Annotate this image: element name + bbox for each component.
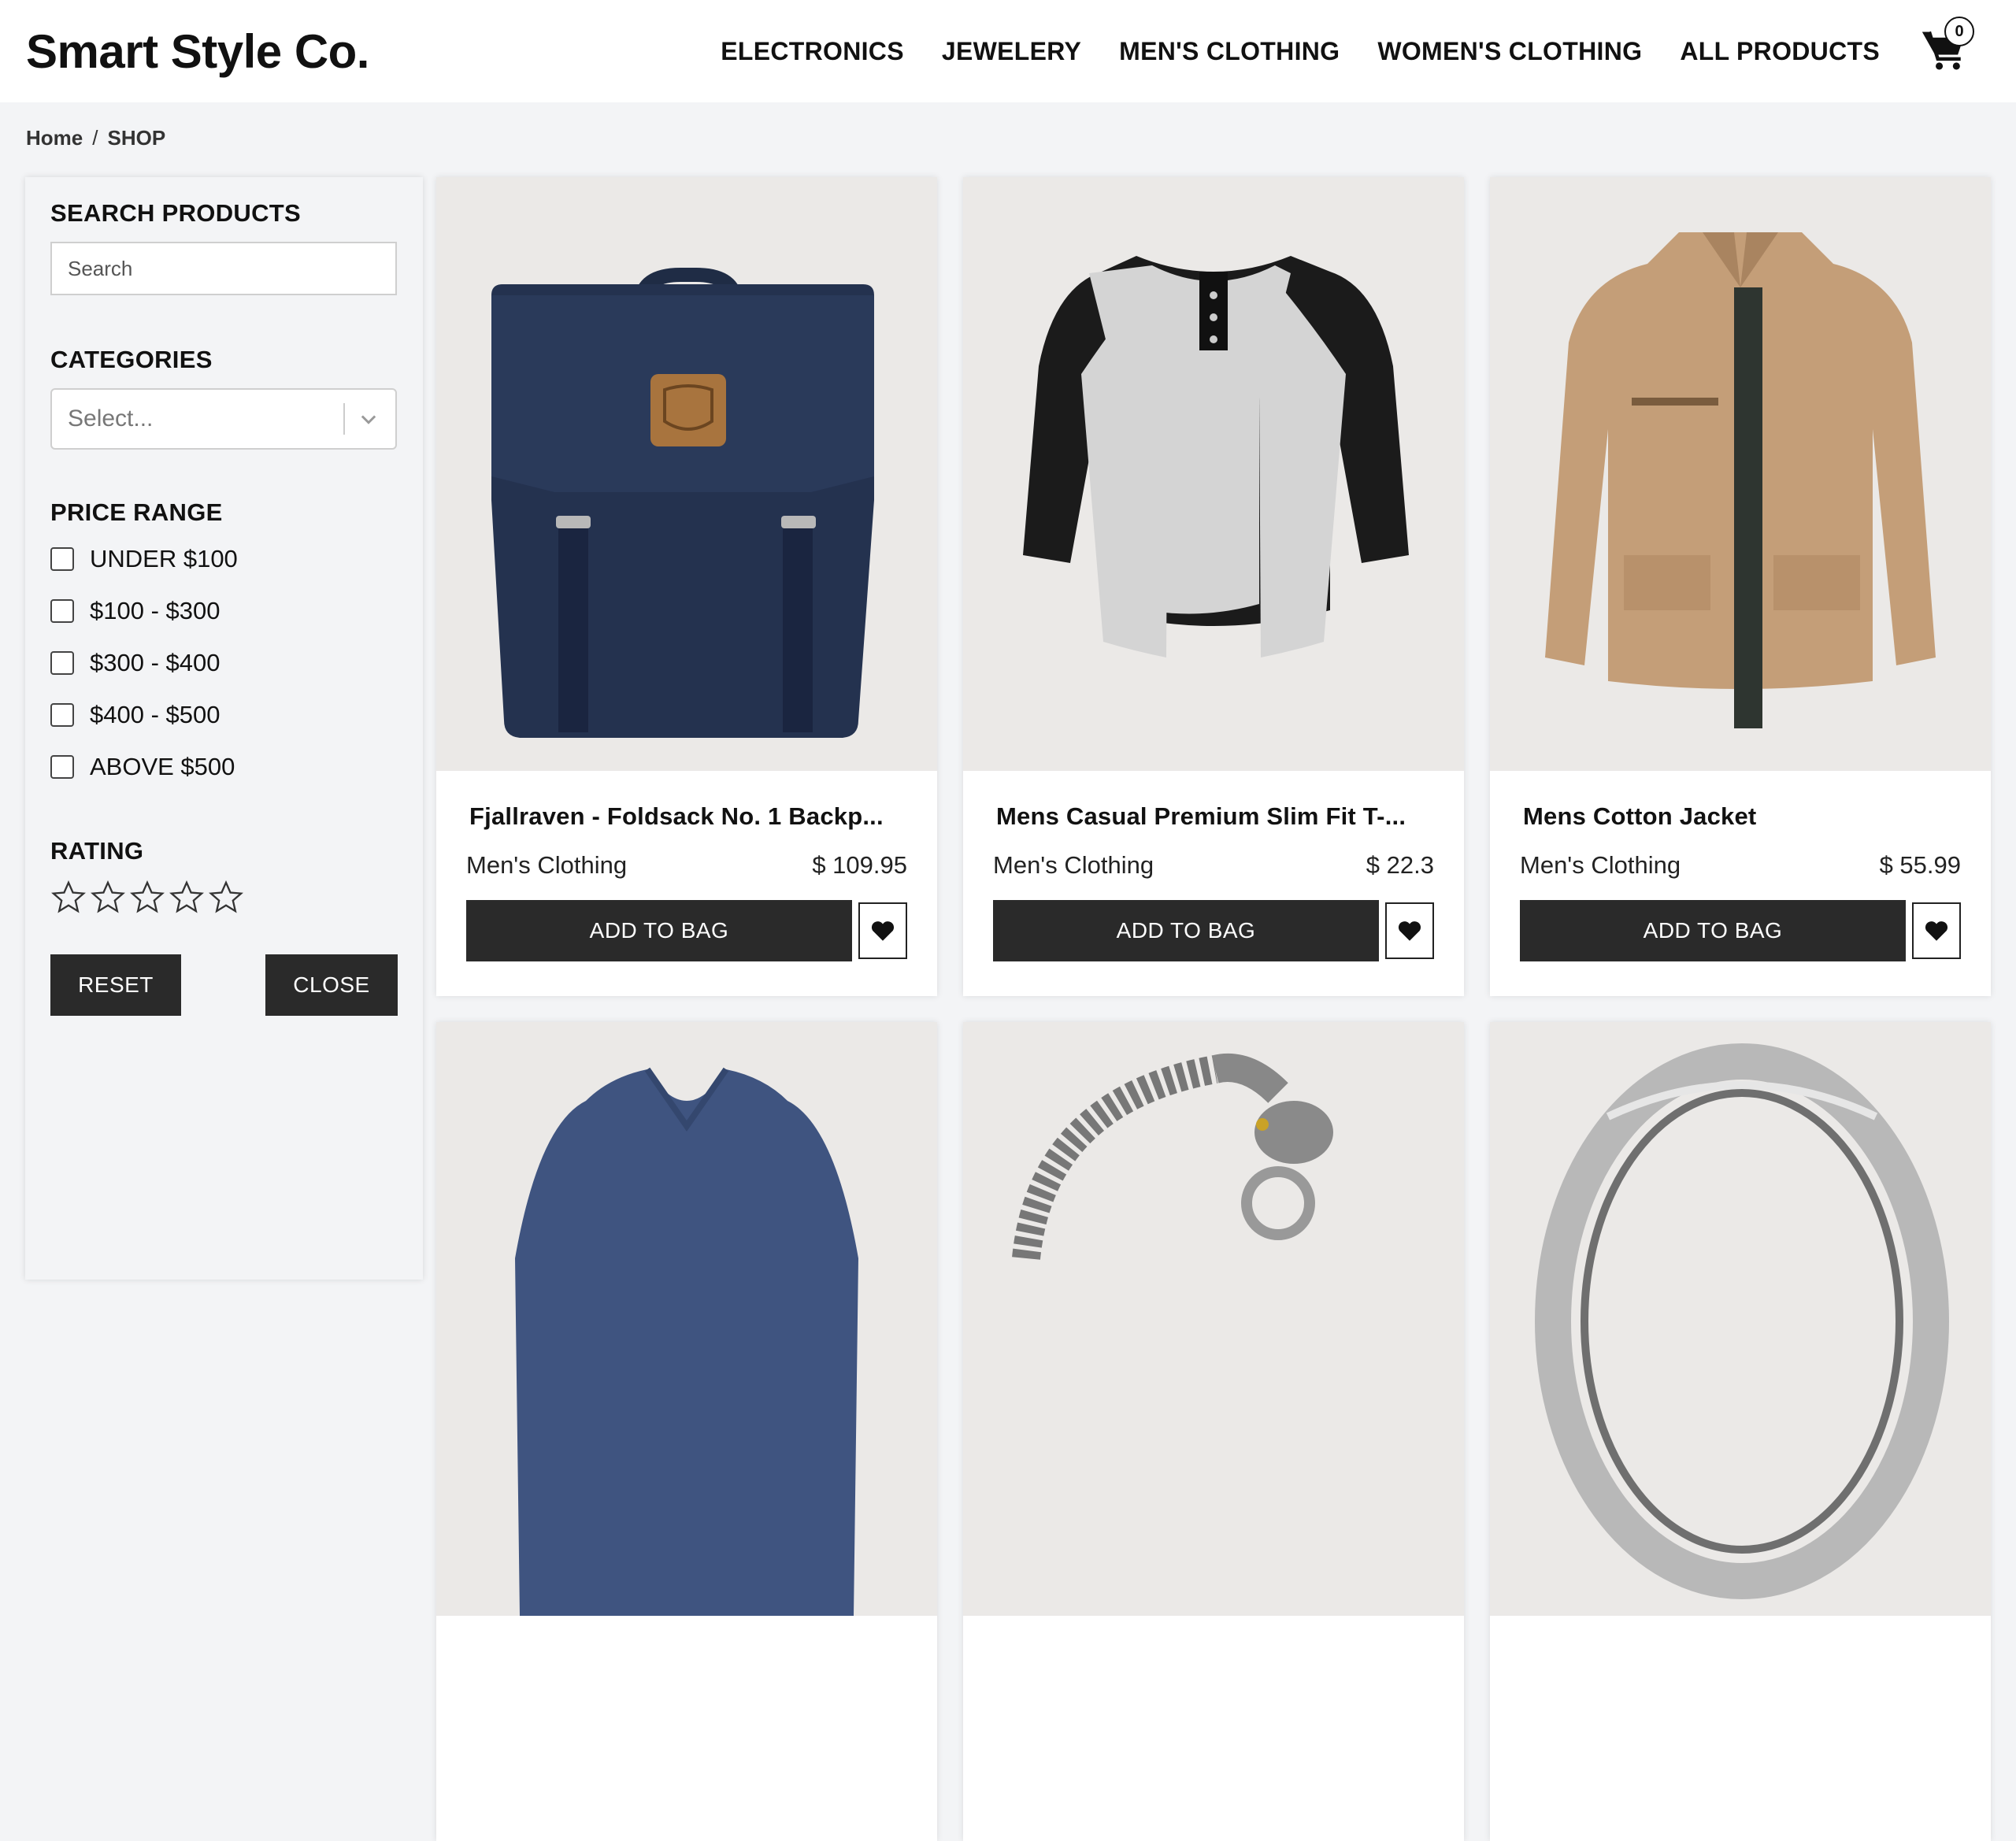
star-icon[interactable] — [50, 880, 87, 920]
price-option-above-500[interactable]: ABOVE $500 — [50, 741, 398, 793]
checkbox[interactable] — [50, 703, 74, 727]
rating-stars[interactable] — [50, 880, 398, 920]
checkbox[interactable] — [50, 651, 74, 675]
price-option-label: $100 - $300 — [90, 597, 220, 624]
product-card[interactable]: Mens Cotton Jacket Men's Clothing $ 55.9… — [1490, 177, 1991, 996]
heart-icon — [1925, 921, 1948, 941]
star-icon[interactable] — [208, 880, 244, 920]
cart-count-badge: 0 — [1944, 17, 1974, 46]
reset-button[interactable]: RESET — [50, 954, 181, 1016]
price-range-heading: PRICE RANGE — [50, 498, 223, 526]
dragon-bracelet-image — [1012, 1054, 1333, 1260]
breadcrumb-home[interactable]: Home — [26, 126, 83, 150]
product-image[interactable] — [1490, 1022, 1991, 1616]
product-category: Men's Clothing — [466, 851, 628, 879]
cart-button[interactable]: 0 — [1921, 17, 1974, 75]
star-icon[interactable] — [169, 880, 205, 920]
rating-heading: RATING — [50, 837, 144, 865]
nav-jewelery[interactable]: JEWELERY — [942, 37, 1081, 66]
product-price: $ 109.95 — [812, 851, 907, 879]
jacket-image — [1545, 232, 1936, 728]
price-option-label: ABOVE $500 — [90, 753, 235, 780]
checkbox[interactable] — [50, 599, 74, 623]
categories-select-placeholder: Select... — [68, 406, 154, 432]
search-heading: SEARCH PRODUCTS — [50, 199, 301, 227]
filter-sidebar: SEARCH PRODUCTS CATEGORIES Select... PRI… — [25, 177, 423, 1280]
silver-ring-image — [1535, 1043, 1949, 1599]
product-image[interactable] — [1490, 177, 1991, 771]
product-card[interactable]: Fjallraven - Foldsack No. 1 Backp... Men… — [436, 177, 937, 996]
product-image[interactable] — [436, 177, 937, 771]
categories-select[interactable]: Select... — [50, 388, 397, 450]
breadcrumb-separator: / — [92, 126, 98, 150]
close-button[interactable]: CLOSE — [265, 954, 398, 1016]
star-icon[interactable] — [129, 880, 165, 920]
wishlist-button[interactable] — [1912, 902, 1961, 959]
add-to-bag-button[interactable]: ADD TO BAG — [993, 900, 1379, 961]
checkbox[interactable] — [50, 755, 74, 779]
breadcrumb-current: SHOP — [107, 126, 166, 150]
price-option-100-300[interactable]: $100 - $300 — [50, 585, 398, 637]
price-option-under-100[interactable]: UNDER $100 — [50, 533, 398, 585]
add-to-bag-button[interactable]: ADD TO BAG — [466, 900, 852, 961]
main-nav: ELECTRONICS JEWELERY MEN'S CLOTHING WOME… — [721, 17, 1974, 75]
price-option-label: $300 - $400 — [90, 649, 220, 676]
nav-electronics[interactable]: ELECTRONICS — [721, 37, 904, 66]
vneck-tee-image — [515, 1067, 858, 1616]
star-icon[interactable] — [90, 880, 126, 920]
product-title[interactable]: Mens Cotton Jacket — [1520, 802, 1961, 831]
heart-icon — [871, 921, 895, 941]
site-header: Smart Style Co. ELECTRONICS JEWELERY MEN… — [0, 0, 2016, 102]
breadcrumb: Home / SHOP — [26, 126, 165, 150]
price-option-400-500[interactable]: $400 - $500 — [50, 689, 398, 741]
backpack-image — [491, 268, 874, 738]
product-price: $ 22.3 — [1366, 851, 1434, 879]
product-price: $ 55.99 — [1879, 851, 1961, 879]
price-option-label: UNDER $100 — [90, 545, 238, 572]
checkbox[interactable] — [50, 547, 74, 571]
search-input[interactable] — [50, 242, 397, 295]
add-to-bag-button[interactable]: ADD TO BAG — [1520, 900, 1906, 961]
product-category: Men's Clothing — [1520, 851, 1681, 879]
wishlist-button[interactable] — [858, 902, 907, 959]
nav-mens-clothing[interactable]: MEN'S CLOTHING — [1119, 37, 1340, 66]
categories-heading: CATEGORIES — [50, 346, 213, 373]
price-option-label: $400 - $500 — [90, 701, 220, 728]
brand-logo[interactable]: Smart Style Co. — [26, 24, 369, 79]
product-card[interactable] — [436, 1022, 937, 1841]
product-image[interactable] — [963, 177, 1464, 771]
product-title[interactable]: Mens Casual Premium Slim Fit T-... — [993, 802, 1434, 831]
product-grid: Fjallraven - Foldsack No. 1 Backp... Men… — [436, 177, 1991, 1841]
wishlist-button[interactable] — [1385, 902, 1434, 959]
product-card[interactable] — [1490, 1022, 1991, 1841]
select-divider — [343, 403, 345, 435]
product-card[interactable]: Mens Casual Premium Slim Fit T-... Men's… — [963, 177, 1464, 996]
product-card[interactable] — [963, 1022, 1464, 1841]
chevron-down-icon — [361, 415, 376, 424]
product-title[interactable]: Fjallraven - Foldsack No. 1 Backp... — [466, 802, 907, 831]
nav-womens-clothing[interactable]: WOMEN'S CLOTHING — [1377, 37, 1642, 66]
nav-all-products[interactable]: ALL PRODUCTS — [1680, 37, 1880, 66]
product-category: Men's Clothing — [993, 851, 1154, 879]
heart-icon — [1398, 921, 1421, 941]
price-option-300-400[interactable]: $300 - $400 — [50, 637, 398, 689]
product-image[interactable] — [436, 1022, 937, 1616]
product-image[interactable] — [963, 1022, 1464, 1616]
raglan-tee-image — [1023, 256, 1409, 658]
